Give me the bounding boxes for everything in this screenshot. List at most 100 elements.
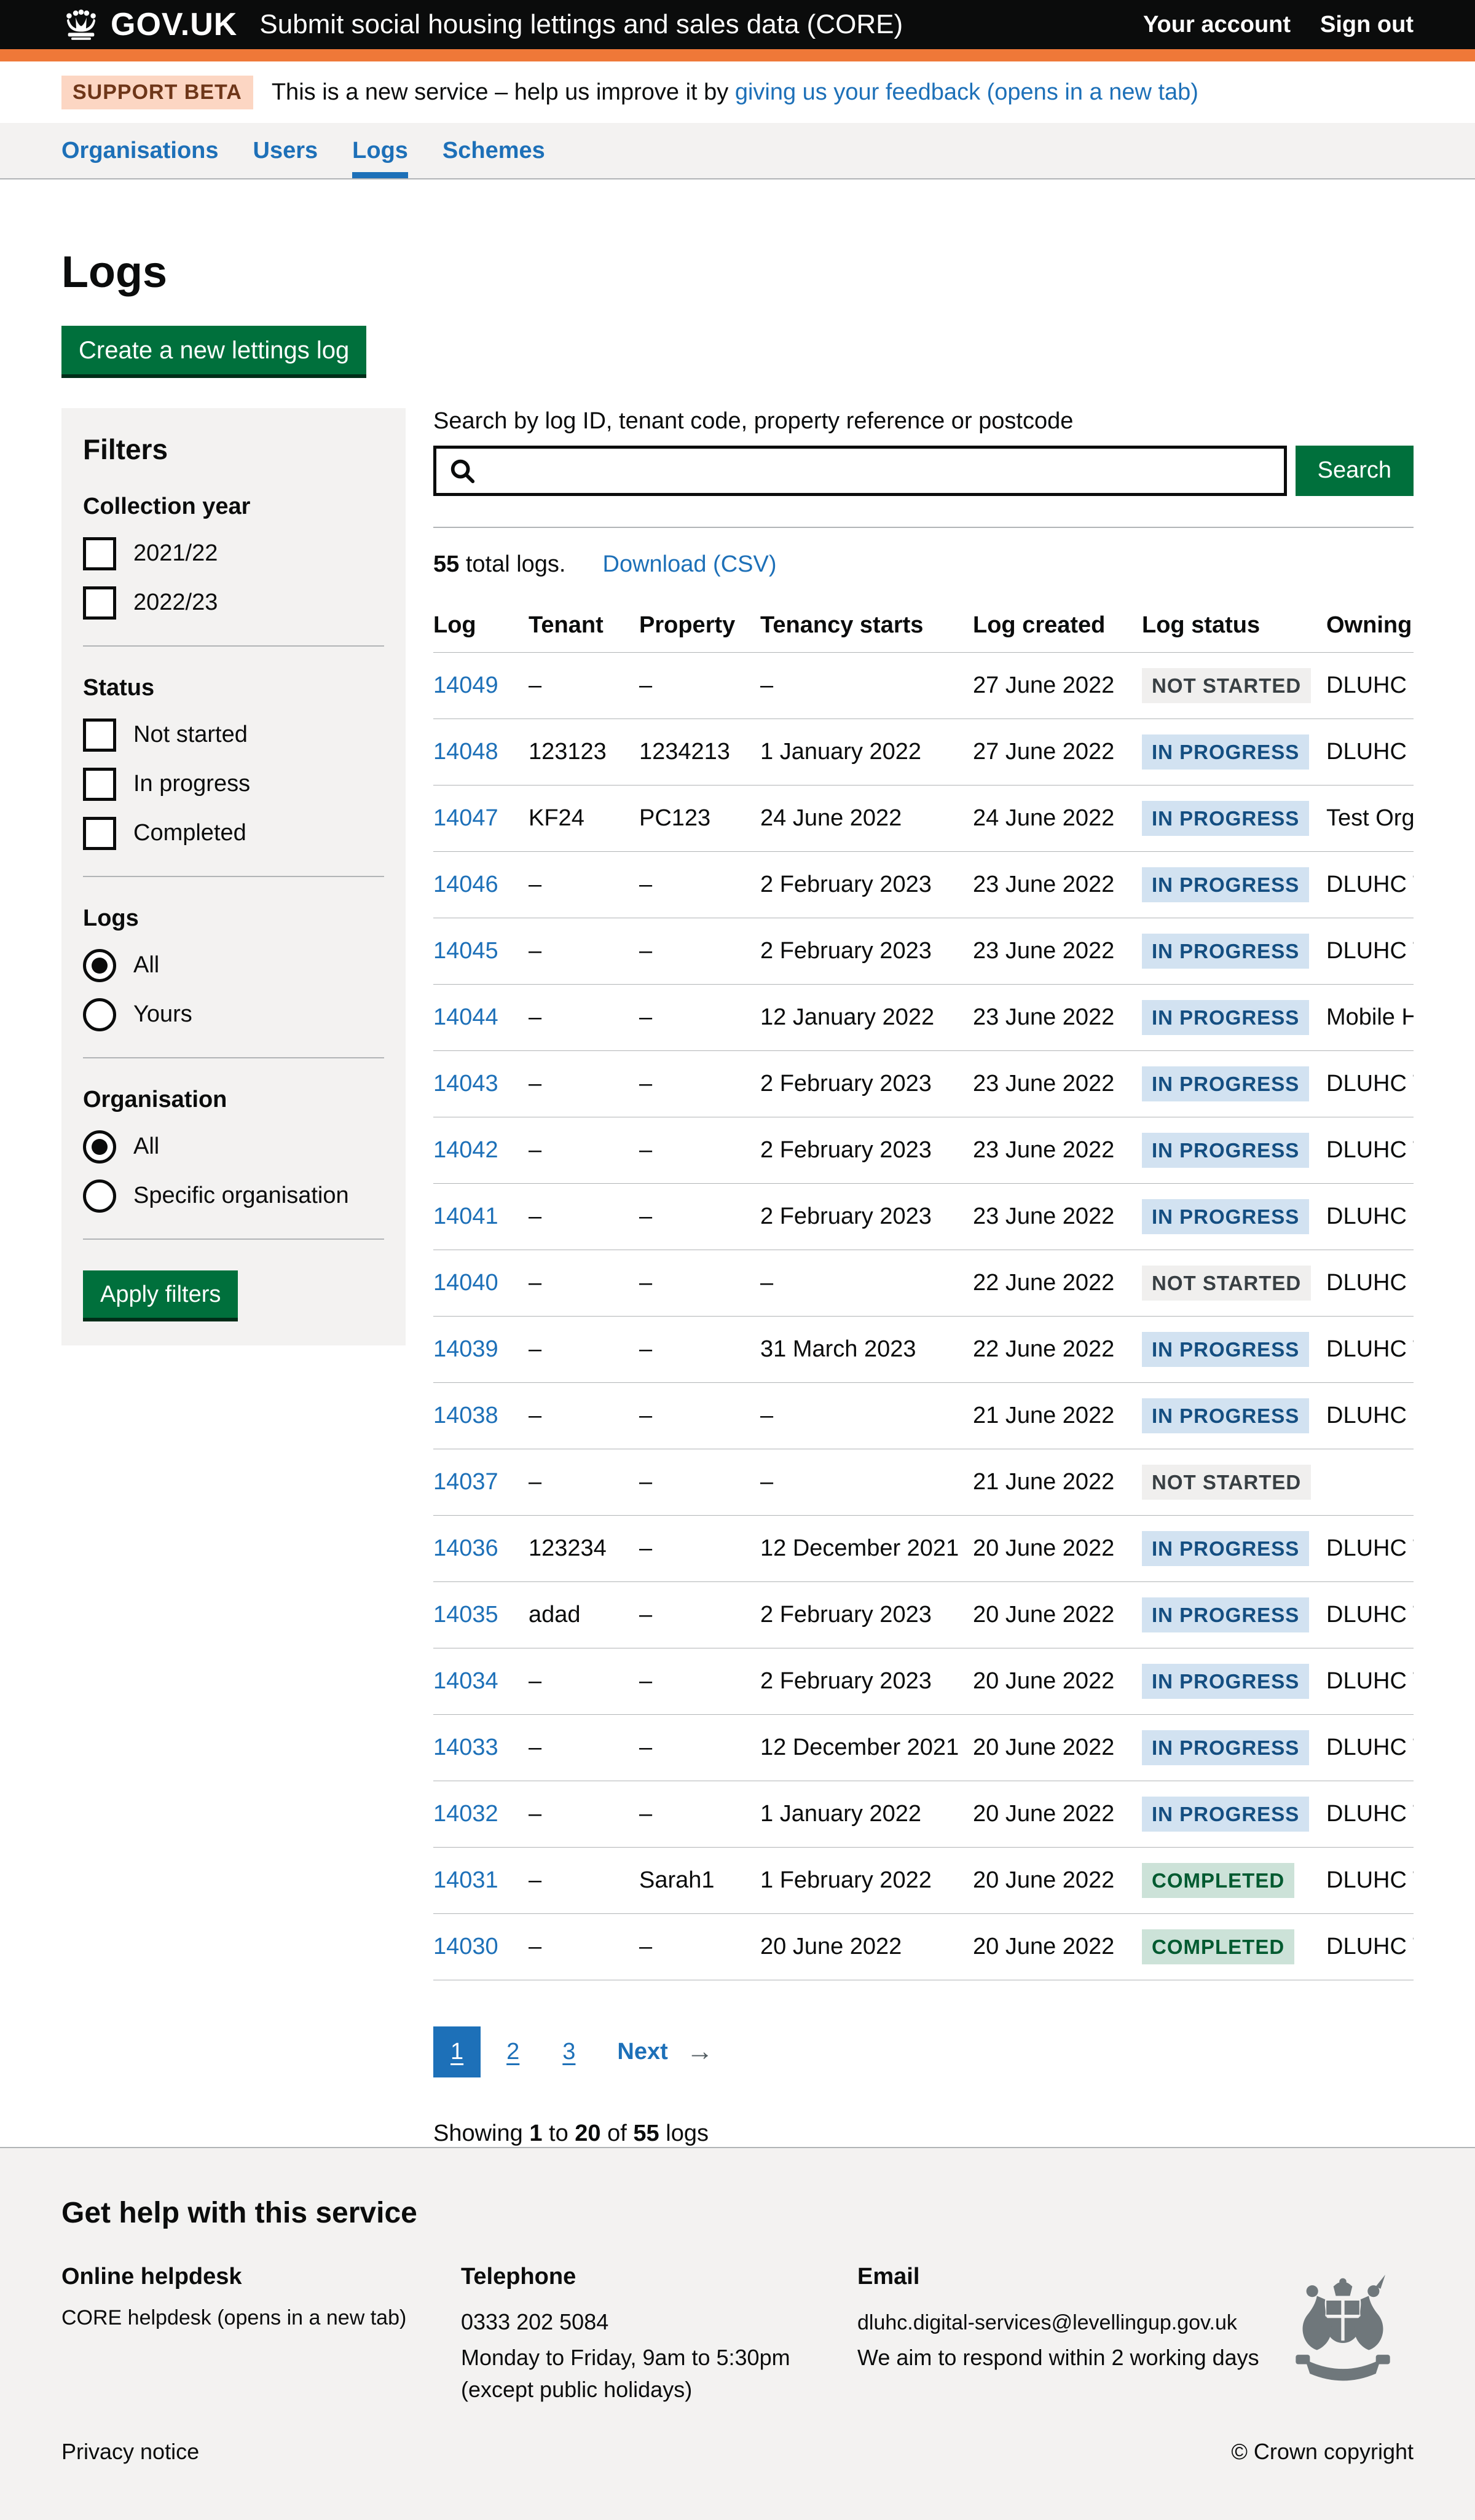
cell-tenant: adad [529,1581,639,1648]
log-link[interactable]: 14047 [433,805,498,831]
log-link[interactable]: 14049 [433,672,498,698]
log-link[interactable]: 14033 [433,1734,498,1760]
log-link[interactable]: 14030 [433,1934,498,1959]
your-account-link[interactable]: Your account [1143,12,1291,38]
cell-owning-organisation: DLUHC Te [1326,1316,1414,1382]
page-link-1[interactable]: 1 [433,2026,481,2077]
radio-label[interactable]: Yours [133,1001,192,1028]
filter-group-collection-year: Collection year 2021/22 2022/23 [83,494,384,620]
radio-label[interactable]: All [133,952,159,978]
log-link[interactable]: 14032 [433,1801,498,1827]
radio-organisation-all[interactable] [83,1130,116,1164]
govuk-home-link[interactable]: GOV.UK [61,6,237,43]
checkbox-label[interactable]: 2021/22 [133,540,218,567]
search-icon [448,457,476,485]
cell-log: 14031 [433,1847,529,1913]
nav-item-organisations[interactable]: Organisations [61,123,219,178]
cell-tenancy-starts: 31 March 2023 [760,1316,973,1382]
cell-log-status: NOT STARTED [1142,652,1326,719]
privacy-notice-link[interactable]: Privacy notice [61,2439,199,2465]
log-link[interactable]: 14034 [433,1668,498,1694]
service-name[interactable]: Submit social housing lettings and sales… [259,9,903,40]
checkbox-completed[interactable] [83,817,116,850]
cell-log-status: IN PROGRESS [1142,1382,1326,1449]
log-link[interactable]: 14042 [433,1137,498,1163]
search-label: Search by log ID, tenant code, property … [433,408,1414,435]
filter-divider [83,645,384,647]
filter-divider [83,876,384,877]
nav-item-users[interactable]: Users [253,123,318,178]
cell-log-status: IN PROGRESS [1142,1515,1326,1581]
table-row: 14040 – – – 22 June 2022 NOT STARTED DLU… [433,1250,1414,1316]
core-helpdesk-link[interactable]: CORE helpdesk (opens in a new tab) [61,2306,406,2329]
checkbox-in-progress[interactable] [83,768,116,801]
sign-out-link[interactable]: Sign out [1320,12,1414,38]
table-row: 14049 – – – 27 June 2022 NOT STARTED DLU… [433,652,1414,719]
cell-tenancy-starts: 1 February 2022 [760,1847,973,1913]
log-link[interactable]: 14038 [433,1403,498,1428]
cell-property: – [639,1183,760,1250]
search-button[interactable]: Search [1296,446,1414,496]
log-link[interactable]: 14031 [433,1867,498,1893]
log-link[interactable]: 14046 [433,872,498,897]
status-badge: IN PROGRESS [1142,867,1309,902]
log-link[interactable]: 14039 [433,1336,498,1362]
cell-owning-organisation: DLUHC [1326,652,1414,719]
log-link[interactable]: 14037 [433,1469,498,1495]
showing-summary: Showing 1 to 20 of 55 logs [433,2120,1414,2147]
checkbox-label[interactable]: 2022/23 [133,589,218,616]
nav-item-schemes[interactable]: Schemes [442,123,545,178]
radio-logs-yours[interactable] [83,998,116,1031]
feedback-link[interactable]: giving us your feedback (opens in a new … [735,79,1198,105]
cell-tenancy-starts: 2 February 2023 [760,918,973,984]
log-link[interactable]: 14043 [433,1071,498,1097]
cell-owning-organisation: DLUHC Te [1326,1781,1414,1847]
page-link-3[interactable]: 3 [545,2026,592,2077]
apply-filters-button[interactable]: Apply filters [83,1270,238,1318]
next-page-link[interactable]: Next [617,2039,667,2065]
log-link[interactable]: 14036 [433,1535,498,1561]
cell-tenancy-starts: 2 February 2023 [760,1117,973,1183]
cell-property: – [639,652,760,719]
log-link[interactable]: 14041 [433,1203,498,1229]
table-row: 14043 – – 2 February 2023 23 June 2022 I… [433,1050,1414,1117]
radio-logs-all[interactable] [83,949,116,982]
checkbox-2022-23[interactable] [83,586,116,620]
create-lettings-log-button[interactable]: Create a new lettings log [61,326,366,374]
radio-label[interactable]: All [133,1133,159,1160]
checkbox-not-started[interactable] [83,719,116,752]
nav-item-logs[interactable]: Logs [352,123,408,178]
log-link[interactable]: 14044 [433,1004,498,1030]
results-divider [433,527,1414,528]
checkbox-label[interactable]: In progress [133,771,250,797]
radio-label[interactable]: Specific organisation [133,1183,349,1209]
cell-log-created: 21 June 2022 [973,1382,1142,1449]
page-link-2[interactable]: 2 [489,2026,537,2077]
crown-copyright-link[interactable]: © Crown copyright [1231,2439,1414,2465]
table-row: 14039 – – 31 March 2023 22 June 2022 IN … [433,1316,1414,1382]
email-link[interactable]: dluhc.digital-services@levellingup.gov.u… [857,2311,1237,2334]
radio-row: All [83,1130,384,1164]
cell-tenancy-starts: 12 January 2022 [760,984,973,1050]
log-link[interactable]: 14048 [433,739,498,765]
radio-organisation-specific[interactable] [83,1179,116,1213]
search-input[interactable] [433,446,1287,496]
status-badge: IN PROGRESS [1142,1000,1309,1035]
crown-icon [61,7,101,42]
checkbox-label[interactable]: Not started [133,722,248,748]
cell-owning-organisation: DLUHC Te [1326,1515,1414,1581]
search-box [433,446,1287,496]
checkbox-label[interactable]: Completed [133,820,246,846]
download-csv-link[interactable]: Download (CSV) [603,551,777,578]
log-link[interactable]: 14040 [433,1270,498,1296]
cell-log-created: 24 June 2022 [973,785,1142,851]
log-link[interactable]: 14045 [433,938,498,964]
cell-log-status: IN PROGRESS [1142,1316,1326,1382]
cell-log-status: IN PROGRESS [1142,1183,1326,1250]
log-link[interactable]: 14035 [433,1602,498,1628]
cell-log-status: COMPLETED [1142,1847,1326,1913]
total-logs-label: total logs. [466,551,566,577]
checkbox-2021-22[interactable] [83,537,116,570]
cell-log-created: 23 June 2022 [973,984,1142,1050]
cell-owning-organisation: DLUHC Te [1326,1847,1414,1913]
